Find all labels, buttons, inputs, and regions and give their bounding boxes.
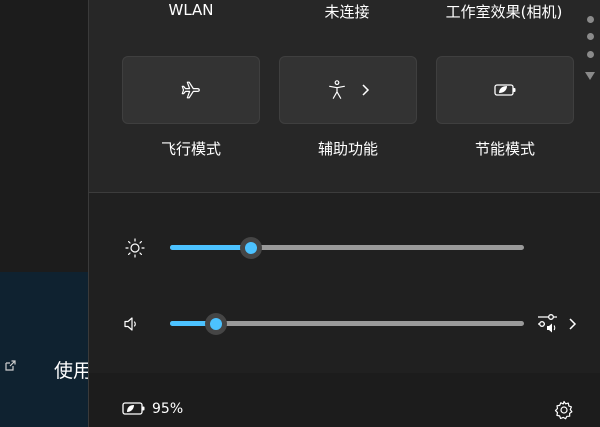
quick-settings-footer: 95% <box>89 373 600 427</box>
battery-icon[interactable] <box>121 399 147 417</box>
chevron-right-icon[interactable] <box>360 83 370 97</box>
page-dot-3[interactable] <box>587 51 594 58</box>
brightness-icon <box>125 238 145 258</box>
background-window-text: 使用 <box>54 360 93 382</box>
background-window-top <box>0 0 88 272</box>
wlan-label[interactable]: WLAN <box>141 1 241 19</box>
accessibility-icon <box>329 80 345 99</box>
energy-saver-icon <box>494 84 516 96</box>
audio-output-icon[interactable] <box>536 312 562 334</box>
accessibility-tile[interactable] <box>279 56 417 124</box>
background-window-bottom <box>0 272 88 427</box>
studio-effects-label[interactable]: 工作室效果(相机) <box>429 1 579 22</box>
sliders-section <box>89 193 600 373</box>
page-dot-2[interactable] <box>587 33 594 40</box>
airplane-icon <box>181 81 200 99</box>
chevron-right-icon[interactable] <box>567 317 577 331</box>
gear-icon[interactable] <box>554 400 574 420</box>
speaker-icon[interactable] <box>123 315 141 333</box>
airplane-mode-tile[interactable] <box>122 56 260 124</box>
page-dot-1[interactable] <box>587 16 594 23</box>
bluetooth-status-label[interactable]: 未连接 <box>297 1 397 22</box>
energy-saver-tile[interactable] <box>436 56 574 124</box>
accessibility-label: 辅助功能 <box>317 140 378 158</box>
external-link-icon[interactable] <box>4 360 16 372</box>
brightness-slider-fill <box>170 245 252 250</box>
volume-slider-thumb[interactable] <box>205 313 228 335</box>
airplane-mode-label: 飞行模式 <box>160 140 221 158</box>
battery-percent: 95% <box>152 401 184 417</box>
scroll-down-icon[interactable] <box>584 71 596 81</box>
energy-saver-label: 节能模式 <box>474 140 535 158</box>
quick-settings-panel: WLAN 未连接 工作室效果(相机) 飞行模式 辅助功能 节能模式 95% <box>88 0 600 427</box>
brightness-slider-thumb[interactable] <box>240 237 263 259</box>
